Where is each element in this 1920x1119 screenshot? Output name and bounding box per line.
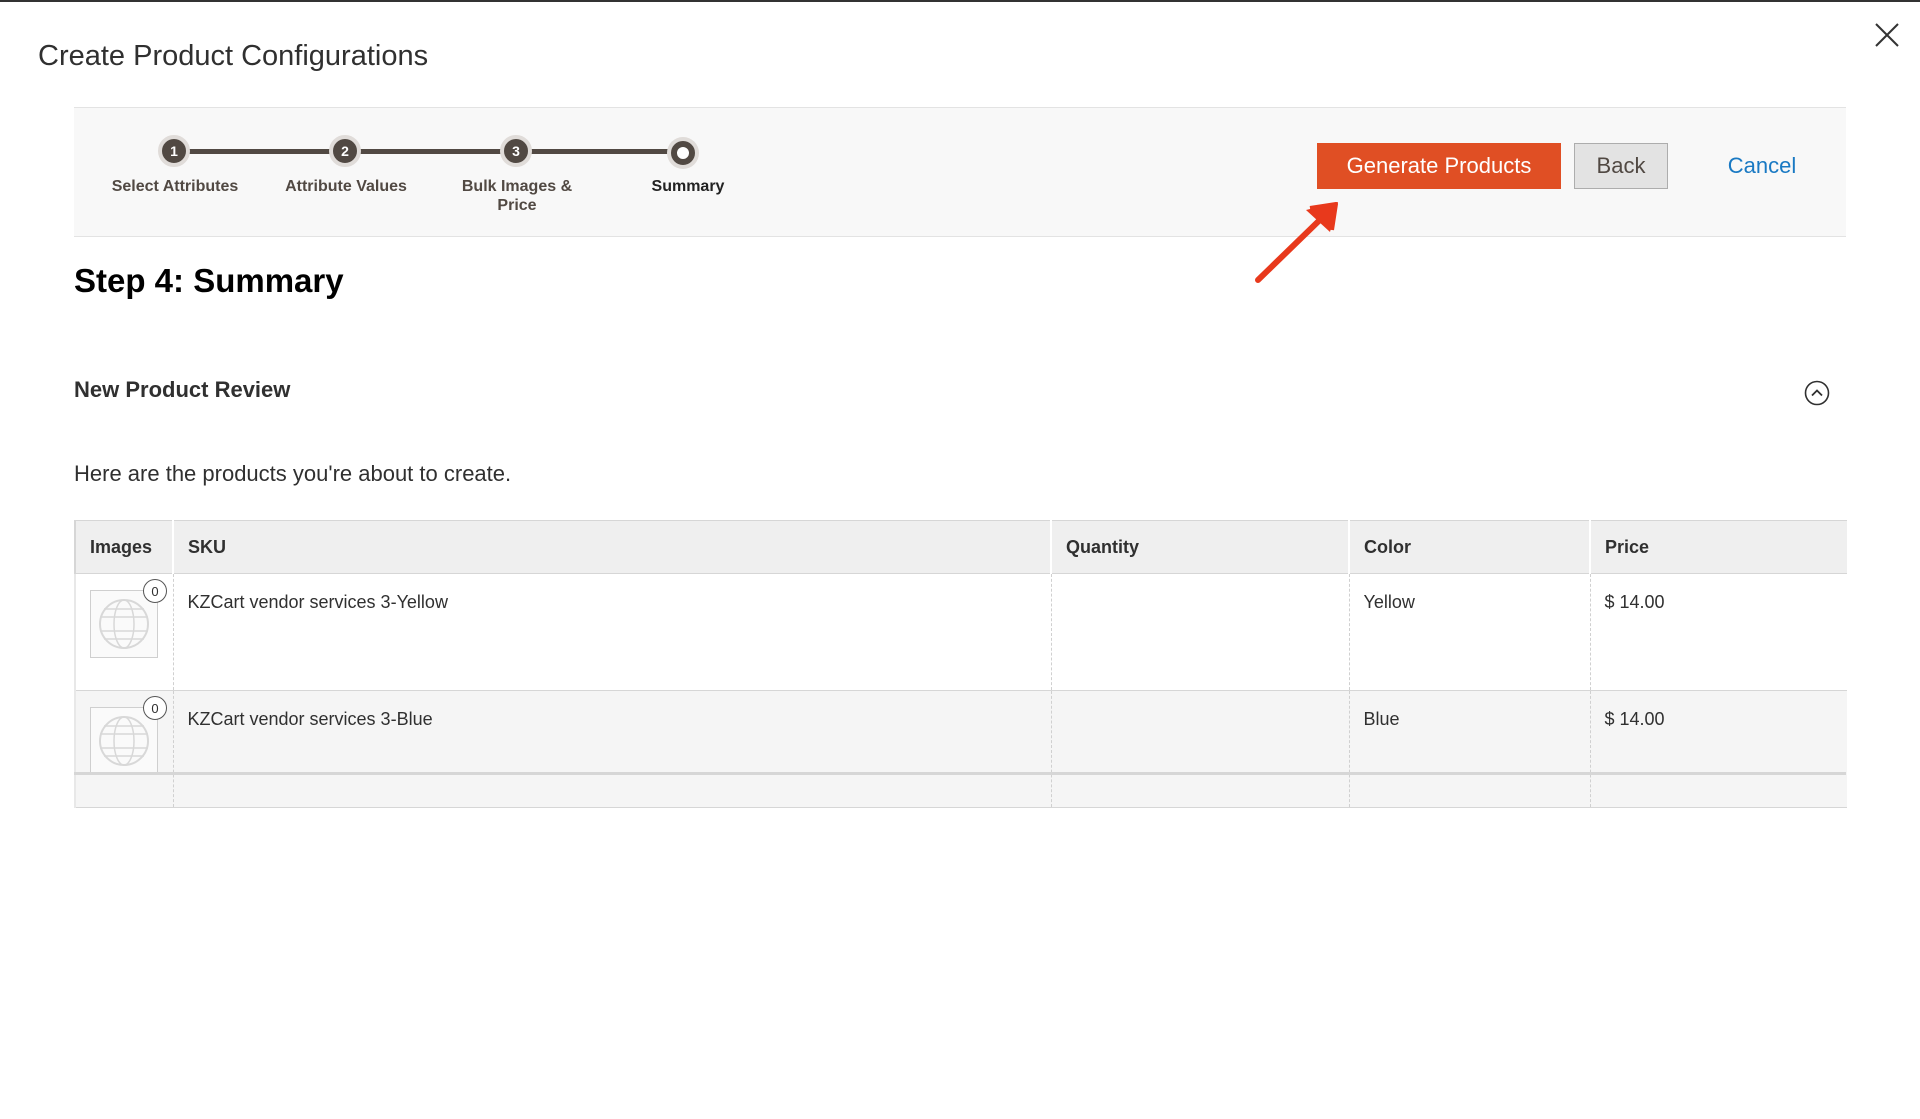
image-cell: 0 [74, 573, 173, 691]
back-button[interactable]: Back [1574, 143, 1668, 189]
arrow-icon [1255, 202, 1338, 283]
image-count-badge: 0 [143, 579, 167, 603]
step-1-marker[interactable]: 1 [158, 135, 190, 167]
step-1-label[interactable]: Select Attributes [100, 177, 250, 196]
product-thumbnail[interactable]: 0 [90, 579, 167, 658]
step-1-number: 1 [170, 143, 178, 159]
product-thumbnail[interactable]: 0 [90, 696, 167, 775]
sku-cell: KZCart vendor services 3-Yellow [172, 573, 1051, 691]
column-header-price: Price [1589, 520, 1847, 574]
table-row: 0 KZCart vendor services 3-Yellow Yellow… [74, 573, 1847, 691]
image-cell: 0 [74, 690, 173, 808]
step-3-marker[interactable]: 3 [500, 135, 532, 167]
chevron-up-circle-icon [1804, 380, 1830, 406]
color-cell: Blue [1348, 690, 1590, 808]
step-4-marker [671, 141, 695, 165]
modal-top-border [0, 0, 1920, 2]
section-title: New Product Review [74, 377, 291, 402]
column-header-images: Images [74, 520, 173, 574]
intro-text: Here are the products you're about to cr… [74, 461, 512, 486]
image-placeholder-icon [99, 716, 149, 766]
step-heading: Step 4: Summary [74, 262, 344, 299]
generate-products-button[interactable]: Generate Products [1317, 143, 1561, 189]
step-4-label: Summary [651, 178, 725, 195]
collapse-section-button[interactable] [1804, 380, 1830, 406]
step-2-label[interactable]: Attribute Values [271, 177, 421, 196]
column-header-quantity: Quantity [1050, 520, 1349, 574]
close-icon [1875, 23, 1899, 47]
price-cell: $ 14.00 [1589, 573, 1847, 691]
step-2-marker[interactable]: 2 [329, 135, 361, 167]
column-header-color: Color [1348, 520, 1590, 574]
close-button[interactable] [1872, 20, 1902, 50]
step-3-label[interactable]: Bulk Images & Price [442, 177, 592, 215]
image-placeholder-icon [99, 599, 149, 649]
quantity-cell [1050, 690, 1349, 808]
image-count-badge: 0 [143, 696, 167, 720]
sku-cell: KZCart vendor services 3-Blue [172, 690, 1051, 808]
step-3-number: 3 [512, 143, 520, 159]
modal-title: Create Product Configurations [38, 40, 429, 72]
table-row: 0 KZCart vendor services 3-Blue Blue $ 1… [74, 690, 1847, 808]
price-cell: $ 14.00 [1589, 690, 1847, 808]
table-header-row: Images SKU Quantity Color Price [74, 520, 1847, 574]
quantity-cell [1050, 573, 1349, 691]
step-progress-line [174, 149, 688, 154]
color-cell: Yellow [1348, 573, 1590, 691]
step-2-number: 2 [341, 143, 349, 159]
column-header-sku: SKU [172, 520, 1051, 574]
new-products-table: Images SKU Quantity Color Price 0 KZCart… [74, 520, 1847, 808]
cancel-button[interactable]: Cancel [1712, 143, 1812, 189]
table-bottom-border [74, 772, 1846, 775]
